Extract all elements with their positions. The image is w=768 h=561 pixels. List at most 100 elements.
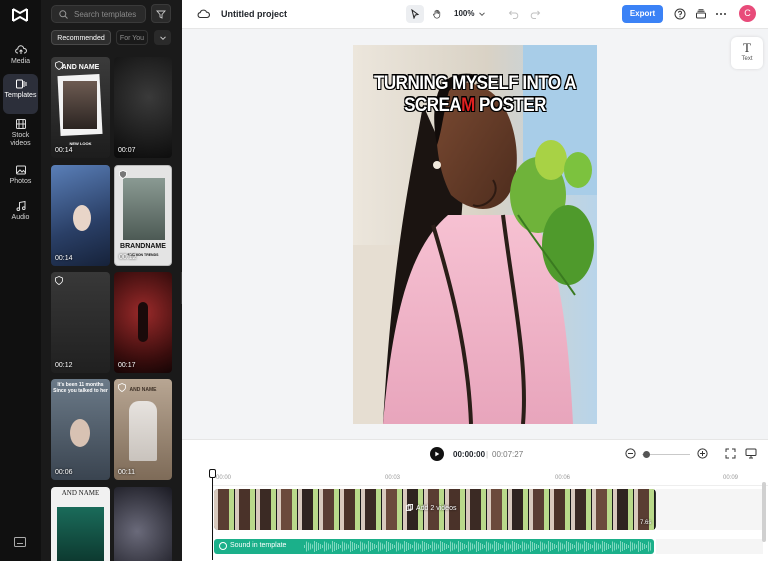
project-title[interactable]: Untitled project	[221, 9, 287, 19]
hand-tool-button[interactable]	[428, 5, 446, 23]
ruler-label: 00:03	[385, 475, 401, 481]
template-card[interactable]: 00:17	[114, 272, 172, 373]
playhead[interactable]	[212, 470, 213, 560]
zoom-out-button[interactable]	[625, 448, 636, 459]
template-card[interactable]: It's been 11 months Since you talked to …	[51, 379, 110, 480]
clone-icon	[406, 504, 413, 511]
waveform-bar	[558, 541, 559, 552]
template-card[interactable]: 00:14	[51, 165, 110, 266]
waveform-bar	[550, 542, 551, 551]
overlay-text-line-1[interactable]: TURNING MYSELF INTO A	[353, 72, 597, 95]
waveform-bar	[614, 542, 615, 551]
waveform-bar	[622, 542, 623, 551]
nav-label: Media	[10, 58, 31, 65]
timeline-scrollbar[interactable]	[762, 482, 766, 542]
waveform-bar	[532, 542, 533, 551]
export-button[interactable]: Export	[622, 5, 663, 23]
overlay-text-line-2[interactable]: SCREAM POSTER	[353, 94, 597, 117]
undo-button[interactable]	[508, 8, 520, 20]
overlay-word: POSTER	[474, 93, 546, 116]
clip-frame-thumbnail	[340, 489, 361, 530]
fit-timeline-button[interactable]	[725, 448, 736, 459]
select-tool-button[interactable]	[406, 5, 424, 23]
zoom-dropdown[interactable]	[478, 10, 486, 18]
template-duration: 00:12	[55, 362, 73, 369]
time-ruler[interactable]	[212, 485, 768, 486]
playhead-handle[interactable]	[209, 469, 216, 478]
keyboard-shortcuts-icon[interactable]	[14, 537, 26, 547]
template-duration: 00:17	[118, 362, 136, 369]
nav-item-photos[interactable]: Photos	[3, 160, 38, 200]
more-tabs-button[interactable]	[154, 30, 171, 45]
shield-icon	[118, 383, 126, 392]
redo-button[interactable]	[529, 8, 541, 20]
template-caption: NEW LOOK	[69, 141, 92, 146]
template-card[interactable]: AND NAME	[51, 487, 110, 561]
waveform-bar	[356, 544, 357, 549]
text-tool-button[interactable]: T Text	[731, 37, 763, 69]
nav-item-audio[interactable]: Audio	[3, 196, 38, 236]
avatar[interactable]: C	[739, 5, 756, 22]
waveform-bar	[442, 542, 443, 551]
waveform-bar	[538, 545, 539, 548]
waveform-bar	[494, 541, 495, 552]
template-card[interactable]	[114, 487, 172, 561]
waveform-bar	[340, 545, 341, 548]
capcut-logo-icon[interactable]	[12, 8, 29, 22]
tab-recommended[interactable]: Recommended	[51, 30, 111, 45]
waveform-bar	[430, 545, 431, 548]
waveform-bar	[568, 542, 569, 551]
zoom-in-button[interactable]	[697, 448, 708, 459]
waveform-bar	[400, 543, 401, 550]
template-caption: AND NAME	[61, 489, 100, 497]
nav-label: Photos	[9, 178, 32, 185]
search-input[interactable]	[74, 9, 144, 19]
tab-for-you[interactable]: For You	[116, 30, 148, 45]
waveform-bar	[406, 542, 407, 551]
template-card[interactable]: 00:07	[114, 57, 172, 158]
waveform-bar	[456, 544, 457, 549]
template-caption: BRANDNAME	[120, 243, 166, 250]
total-time: 00:07:27	[492, 450, 524, 459]
add-videos-label[interactable]: Add 2 videos	[406, 504, 456, 512]
video-preview[interactable]: TURNING MYSELF INTO A SCREAM POSTER	[353, 45, 597, 424]
clip-frame-thumbnail	[550, 489, 571, 530]
waveform-bar	[428, 544, 429, 549]
waveform-bar	[382, 543, 383, 550]
waveform-bar	[618, 544, 619, 549]
layers-button[interactable]	[695, 8, 707, 20]
help-button[interactable]	[674, 8, 686, 20]
waveform-bar	[360, 541, 361, 552]
music-note-icon	[16, 200, 26, 211]
more-options-button[interactable]	[715, 8, 727, 20]
waveform-bar	[482, 544, 483, 549]
clip-frame-thumbnail	[214, 489, 235, 530]
waveform-bar	[374, 544, 375, 549]
timeline-zoom-knob[interactable]	[643, 451, 650, 458]
template-card[interactable]: 00:12	[51, 272, 110, 373]
audio-track-clip[interactable]: Sound in template	[214, 539, 654, 554]
search-box[interactable]	[51, 5, 146, 23]
nav-item-stock-videos[interactable]: Stock videos	[3, 114, 38, 156]
preview-mode-button[interactable]	[745, 448, 757, 459]
waveform-bar	[546, 544, 547, 549]
waveform-bar	[306, 541, 307, 552]
waveform-bar	[404, 541, 405, 552]
nav-label: Stock videos	[10, 132, 31, 147]
play-button[interactable]	[430, 447, 444, 461]
template-card[interactable]: BRANDNAME FASHION TRENDS 00:12	[114, 165, 172, 266]
nav-item-templates[interactable]: Templates	[3, 74, 38, 114]
zoom-level[interactable]: 100%	[454, 9, 474, 18]
filter-button[interactable]	[151, 4, 171, 23]
cloud-save-status[interactable]	[197, 8, 210, 20]
waveform-bar	[584, 541, 585, 552]
waveform-bar	[598, 543, 599, 550]
waveform-bar	[510, 544, 511, 549]
waveform-bar	[590, 544, 591, 549]
template-card[interactable]: AND NAME NEW LOOK 00:14	[51, 57, 110, 158]
template-card[interactable]: AND NAME 00:11	[114, 379, 172, 480]
redo-icon	[530, 10, 541, 19]
clip-frame-thumbnail	[235, 489, 256, 530]
waveform-bar	[342, 541, 343, 552]
search-icon	[59, 9, 68, 19]
